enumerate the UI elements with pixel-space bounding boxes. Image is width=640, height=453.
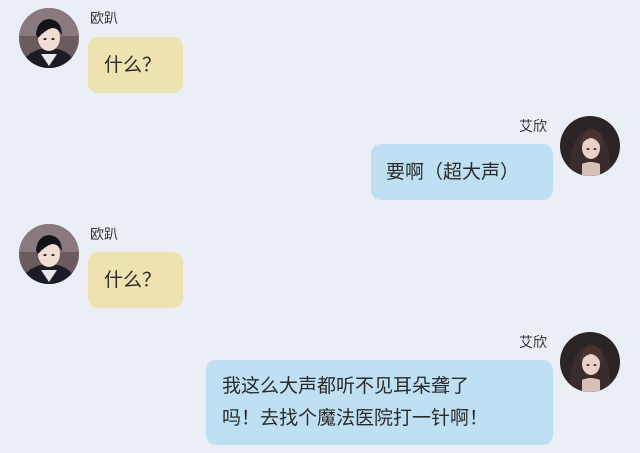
sender-name: 艾欣 — [519, 335, 547, 351]
message-bubble[interactable]: 什么？ — [88, 37, 183, 93]
message-bubble[interactable]: 什么？ — [88, 252, 183, 308]
message-bubble[interactable]: 要啊（超大声） — [371, 144, 553, 200]
chat-view: 欧趴 什么？ 艾欣 要啊（超大声） 欧趴 什么？ 艾欣 我这么大声都听不见耳朵聋… — [0, 0, 640, 453]
boy-avatar-icon[interactable] — [19, 224, 79, 284]
sender-name: 欧趴 — [90, 227, 118, 243]
message-bubble[interactable]: 我这么大声都听不见耳朵聋了 吗！去找个魔法医院打一针啊！ — [206, 360, 553, 445]
sender-name: 欧趴 — [90, 11, 118, 27]
sender-name: 艾欣 — [519, 119, 547, 135]
boy-avatar-icon[interactable] — [19, 8, 79, 68]
message-line: 吗！去找个魔法医院打一针啊！ — [222, 407, 489, 429]
message-line: 我这么大声都听不见耳朵聋了 — [222, 375, 470, 397]
girl-avatar-icon[interactable] — [560, 116, 620, 176]
girl-avatar-icon[interactable] — [560, 332, 620, 392]
